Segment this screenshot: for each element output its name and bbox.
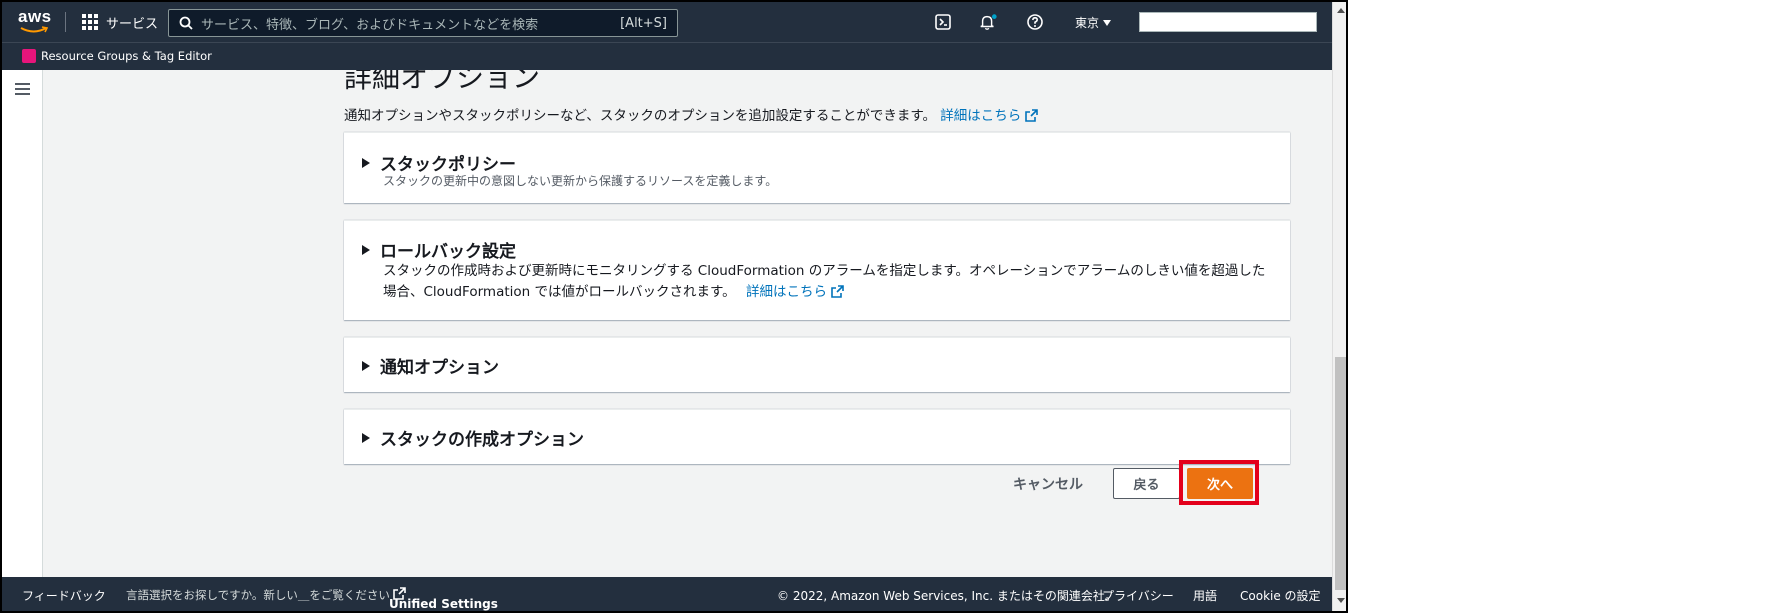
account-menu[interactable]	[1139, 12, 1317, 32]
nav-divider	[65, 12, 66, 32]
search-input[interactable]: サービス、特徴、ブログ、およびドキュメントなどを検索 [Alt+S]	[168, 9, 678, 37]
notification-options-toggle[interactable]: 通知オプション	[362, 353, 499, 378]
page-title: 詳細オプション	[344, 70, 541, 94]
notification-options-panel: 通知オプション	[344, 337, 1290, 392]
caret-right-icon	[362, 360, 370, 371]
search-icon	[179, 16, 193, 30]
next-button[interactable]: 次へ	[1187, 468, 1253, 499]
caret-right-icon	[362, 157, 370, 168]
footer: フィードバック 言語選択をお探しですか。新しい＿をご覧ください Unified …	[2, 577, 1332, 611]
privacy-link[interactable]: プライバシー	[1102, 587, 1174, 604]
browser-frame: aws サービス サービス、特徴、ブログ、およびドキュメントなどを検索 [Alt…	[0, 0, 1348, 613]
favorite-resource-groups-link[interactable]: Resource Groups & Tag Editor	[41, 49, 212, 63]
panel-title: 通知オプション	[380, 358, 499, 378]
unified-settings-label: Unified Settings	[389, 597, 498, 611]
panel-title: スタックの作成オプション	[380, 430, 584, 450]
stack-policy-panel: スタックポリシー スタックの更新中の意図しない更新から保護するリソースを定義しま…	[344, 132, 1290, 203]
stack-creation-options-panel: スタックの作成オプション	[344, 409, 1290, 464]
cancel-button[interactable]: キャンセル	[1013, 474, 1083, 494]
cloudshell-icon[interactable]	[934, 13, 952, 31]
region-selector[interactable]: 東京	[1075, 14, 1112, 31]
language-prompt: 言語選択をお探しですか。新しい＿をご覧ください	[126, 588, 390, 602]
caret-right-icon	[362, 432, 370, 443]
aws-smile-icon	[20, 26, 48, 33]
stack-creation-options-toggle[interactable]: スタックの作成オプション	[362, 425, 584, 450]
terms-link[interactable]: 用語	[1193, 587, 1217, 604]
vertical-scrollbar[interactable]	[1332, 2, 1346, 611]
external-link-icon	[831, 285, 844, 298]
rollback-learn-more-link[interactable]: 詳細はこちら	[746, 284, 844, 300]
region-label: 東京	[1075, 16, 1100, 30]
rollback-settings-panel: ロールバック設定 スタックの作成時および更新時にモニタリングする CloudFo…	[344, 220, 1290, 320]
help-icon[interactable]	[1026, 13, 1044, 31]
feedback-link[interactable]: フィードバック	[22, 587, 106, 604]
page-description-text: 通知オプションやスタックポリシーなど、スタックのオプションを追加設定することがで…	[344, 108, 936, 124]
notifications-bell-icon[interactable]	[979, 13, 997, 31]
panel-subtitle: スタックの更新中の意図しない更新から保護するリソースを定義します。	[383, 174, 778, 188]
search-placeholder: サービス、特徴、ブログ、およびドキュメントなどを検索	[201, 17, 539, 33]
page-description: 通知オプションやスタックポリシーなど、スタックのオプションを追加設定することがで…	[344, 104, 1039, 124]
unified-settings-link[interactable]: Unified Settings	[389, 587, 498, 611]
search-shortcut: [Alt+S]	[620, 15, 667, 31]
grid-icon	[82, 14, 98, 30]
learn-more-link[interactable]: 詳細はこちら	[940, 108, 1039, 124]
aws-logo-text: aws	[18, 7, 52, 26]
services-menu-button[interactable]: サービス	[82, 12, 158, 32]
panel-title: ロールバック設定	[380, 242, 516, 262]
cookie-settings-link[interactable]: Cookie の設定	[1240, 587, 1321, 604]
top-navigation: aws サービス サービス、特徴、ブログ、およびドキュメントなどを検索 [Alt…	[2, 2, 1332, 42]
aws-logo[interactable]: aws	[18, 8, 54, 36]
form-actions: キャンセル 戻る 次へ	[2, 460, 1291, 505]
back-button[interactable]: 戻る	[1113, 468, 1180, 499]
resource-groups-icon	[22, 49, 36, 63]
copyright-text: © 2022, Amazon Web Services, Inc. またはその関…	[777, 589, 1117, 603]
caret-down-icon	[1103, 19, 1112, 26]
panel-description: スタックの作成時および更新時にモニタリングする CloudFormation の…	[383, 261, 1273, 303]
scrollbar-thumb[interactable]	[1335, 357, 1346, 590]
learn-more-label: 詳細はこちら	[745, 284, 827, 300]
menu-icon[interactable]	[15, 83, 30, 95]
services-label: サービス	[106, 16, 159, 32]
caret-right-icon	[362, 244, 370, 255]
external-link-icon	[1025, 109, 1039, 122]
rollback-settings-toggle[interactable]: ロールバック設定	[362, 237, 516, 262]
learn-more-label: 詳細はこちら	[940, 108, 1022, 124]
scroll-up-arrow-icon[interactable]	[1337, 8, 1345, 13]
scroll-down-arrow-icon[interactable]	[1337, 598, 1345, 603]
